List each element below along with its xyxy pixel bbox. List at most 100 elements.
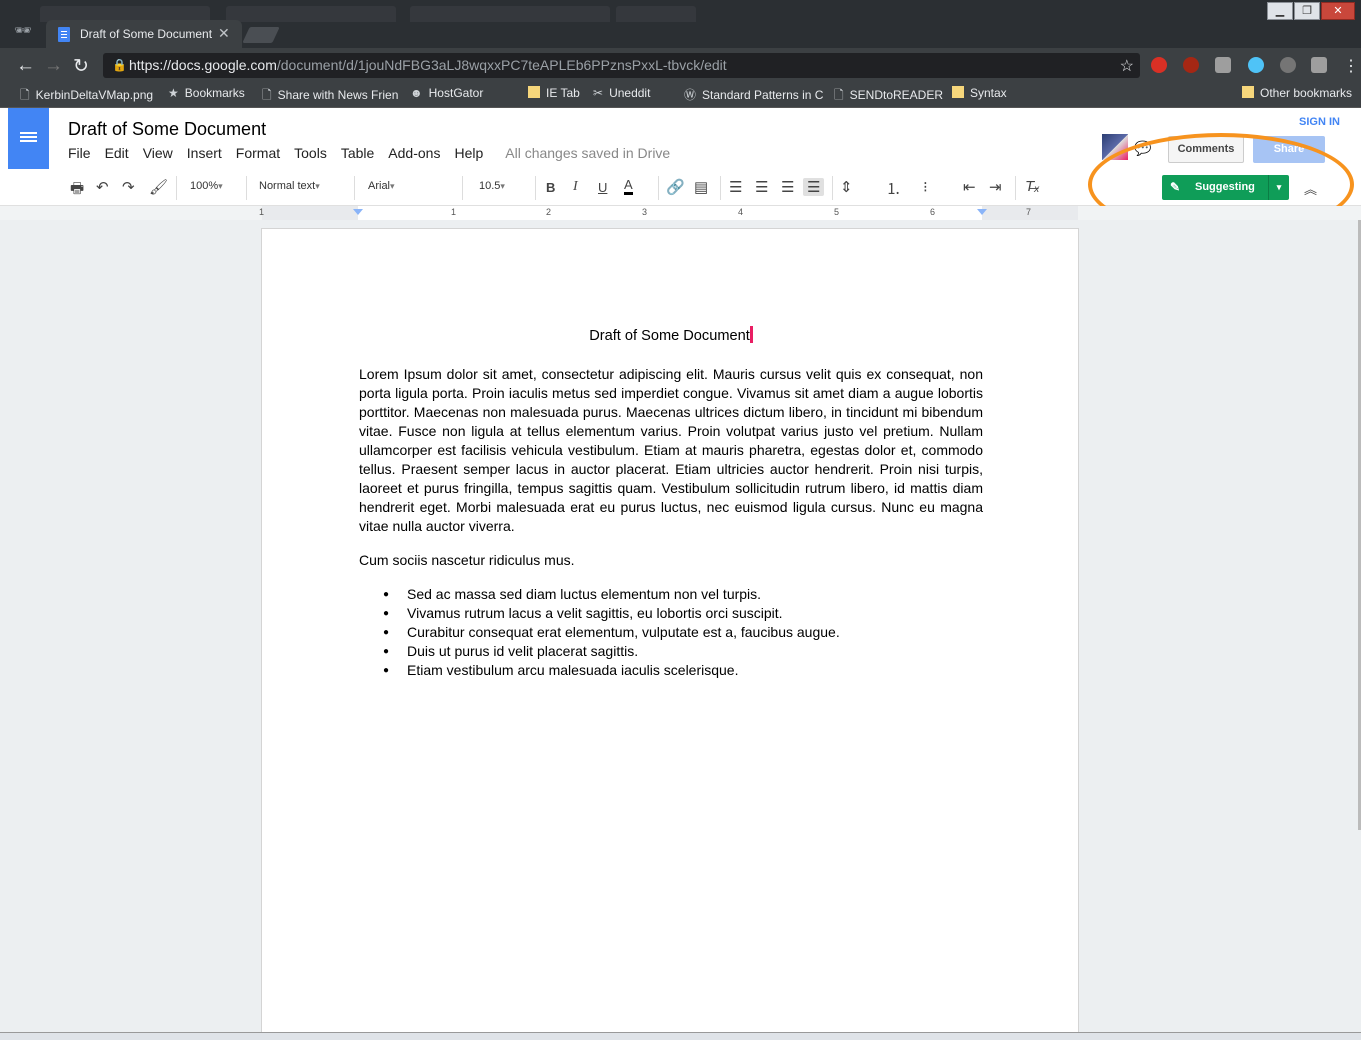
list-item[interactable]: Curabitur consequat erat elementum, vulp…	[359, 623, 983, 642]
menu-format[interactable]: Format	[236, 145, 280, 161]
browser-titlebar: 🕶 Draft of Some Document ✕ ▁ ❐ ✕	[0, 0, 1361, 48]
menu-edit[interactable]: Edit	[105, 145, 129, 161]
docs-home-icon[interactable]	[8, 108, 49, 169]
clear-formatting-icon[interactable]: T̶ₓ	[1025, 178, 1040, 195]
folder-icon	[952, 86, 964, 98]
line-spacing-icon[interactable]: ⇕	[840, 178, 853, 196]
menu-addons[interactable]: Add-ons	[388, 145, 440, 161]
window-controls: ▁ ❐ ✕	[1266, 2, 1355, 20]
extension-s-icon[interactable]	[1311, 57, 1327, 73]
menu-help[interactable]: Help	[454, 145, 483, 161]
tab-close-icon[interactable]: ✕	[218, 25, 230, 42]
forward-arrow-icon[interactable]: →	[44, 55, 63, 77]
zoom-select[interactable]: 100%	[190, 180, 240, 192]
page-icon: 🗋	[20, 88, 30, 102]
save-status[interactable]: All changes saved in Drive	[505, 145, 670, 161]
wordpress-icon: Ⓦ	[684, 88, 697, 102]
right-indent-marker[interactable]	[977, 209, 987, 215]
numbered-list-icon[interactable]: ⒈	[886, 178, 901, 199]
background-tab[interactable]	[410, 6, 610, 22]
extension-ghost-icon[interactable]	[1248, 57, 1264, 73]
address-bar[interactable]: 🔒 https://docs.google.com/document/d/1jo…	[103, 53, 1140, 78]
increase-indent-icon[interactable]: ⇥	[989, 178, 1002, 196]
body-paragraph[interactable]: Lorem Ipsum dolor sit amet, consectetur …	[359, 365, 983, 536]
sign-in-link[interactable]: SIGN IN	[1299, 116, 1340, 128]
link-icon[interactable]: 🔗	[666, 178, 685, 196]
chrome-menu-icon[interactable]: ⋮	[1343, 56, 1359, 76]
text-color-button[interactable]: A	[624, 178, 633, 195]
minimize-button[interactable]: ▁	[1267, 2, 1293, 20]
page-icon: 🗋	[262, 88, 272, 102]
ruler: 1 1 2 3 4 5 6 7	[0, 206, 1361, 220]
undo-icon[interactable]: ↶	[96, 178, 109, 196]
bold-button[interactable]: B	[546, 180, 555, 195]
bookmark-item[interactable]: Syntax	[952, 86, 1007, 100]
background-tab[interactable]	[226, 6, 396, 22]
docs-favicon-icon	[58, 27, 70, 42]
reload-icon[interactable]: ↻	[73, 55, 89, 78]
left-indent-marker[interactable]	[353, 209, 363, 215]
page-icon: 🗋	[834, 88, 844, 102]
style-select[interactable]: Normal text	[259, 180, 343, 192]
extension-grid-icon[interactable]	[1215, 57, 1231, 73]
other-bookmarks[interactable]: Other bookmarks	[1242, 86, 1352, 100]
hostgator-icon: ☻	[410, 86, 423, 100]
list-item[interactable]: Sed ac massa sed diam luctus elementum n…	[359, 585, 983, 604]
scissors-icon: ✂	[593, 86, 604, 100]
decrease-indent-icon[interactable]: ⇤	[963, 178, 976, 196]
document-page[interactable]: Draft of Some Document Lorem Ipsum dolor…	[261, 228, 1079, 1040]
menu-tools[interactable]: Tools	[294, 145, 327, 161]
bookmark-item[interactable]: IE Tab	[528, 86, 580, 100]
bullet-list: Sed ac massa sed diam luctus elementum n…	[359, 585, 983, 680]
document-heading[interactable]: Draft of Some Document	[262, 326, 1080, 344]
list-item[interactable]: Vivamus rutrum lacus a velit sagittis, e…	[359, 604, 983, 623]
menu-insert[interactable]: Insert	[187, 145, 222, 161]
extension-circle-icon[interactable]	[1280, 57, 1296, 73]
redo-icon[interactable]: ↷	[122, 178, 135, 196]
browser-toolbar: ← → ↻ 🔒 https://docs.google.com/document…	[0, 48, 1361, 82]
align-left-icon[interactable]: ☰	[729, 178, 742, 196]
lock-icon: 🔒	[112, 58, 127, 72]
align-right-icon[interactable]: ☰	[781, 178, 794, 196]
close-window-button[interactable]: ✕	[1321, 2, 1355, 20]
ublock-icon[interactable]	[1183, 57, 1199, 73]
bookmark-item[interactable]: ★ Bookmarks	[168, 86, 245, 100]
bulleted-list-icon[interactable]: ⁝	[923, 178, 928, 196]
bookmarks-bar: 🗋 KerbinDeltaVMap.png ★ Bookmarks 🗋 Share w…	[0, 82, 1361, 108]
menu-bar: File Edit View Insert Format Tools Table…	[68, 145, 670, 161]
star-icon: ★	[168, 86, 179, 100]
menu-view[interactable]: View	[143, 145, 173, 161]
background-tab[interactable]	[616, 6, 696, 22]
active-tab[interactable]: Draft of Some Document ✕	[46, 20, 242, 48]
list-item[interactable]: Duis ut purus id velit placerat sagittis…	[359, 642, 983, 661]
comment-icon[interactable]: ▤	[694, 178, 708, 196]
window-bottom-edge	[0, 1032, 1361, 1040]
bookmark-item[interactable]: ☻ HostGator	[410, 86, 483, 100]
extension-shield-icon[interactable]	[1151, 57, 1167, 73]
menu-table[interactable]: Table	[341, 145, 374, 161]
paint-format-icon[interactable]: 🖌	[149, 178, 168, 196]
bookmark-item[interactable]: Ⓦ Standard Patterns in C	[684, 86, 824, 103]
new-tab-button[interactable]	[242, 27, 280, 43]
maximize-button[interactable]: ❐	[1294, 2, 1320, 20]
back-arrow-icon[interactable]: ←	[16, 55, 35, 77]
bookmark-item[interactable]: 🗋 Share with News Frien	[262, 86, 402, 107]
bookmark-item[interactable]: 🗋 KerbinDeltaVMap.png	[20, 86, 153, 107]
bookmark-item[interactable]: 🗋 SENDtoREADER	[834, 86, 943, 107]
bookmark-item[interactable]: ✂ Uneddit	[593, 86, 650, 100]
italic-button[interactable]: I	[573, 179, 578, 195]
document-title[interactable]: Draft of Some Document	[68, 119, 266, 140]
font-select[interactable]: Arial	[368, 180, 450, 192]
underline-button[interactable]: U	[598, 180, 607, 195]
document-canvas: Draft of Some Document Lorem Ipsum dolor…	[0, 220, 1358, 1040]
align-center-icon[interactable]: ☰	[755, 178, 768, 196]
font-size-select[interactable]: 10.5	[479, 180, 525, 192]
bookmark-star-icon[interactable]: ☆	[1120, 56, 1134, 76]
incognito-icon: 🕶	[14, 22, 32, 38]
menu-file[interactable]: File	[68, 145, 91, 161]
list-item[interactable]: Etiam vestibulum arcu malesuada iaculis …	[359, 661, 983, 680]
justify-icon[interactable]: ☰	[803, 178, 825, 196]
suggestion-marker	[749, 326, 753, 343]
body-paragraph[interactable]: Cum sociis nascetur ridiculus mus.	[359, 551, 983, 570]
print-icon[interactable]: 🖶	[70, 178, 84, 203]
